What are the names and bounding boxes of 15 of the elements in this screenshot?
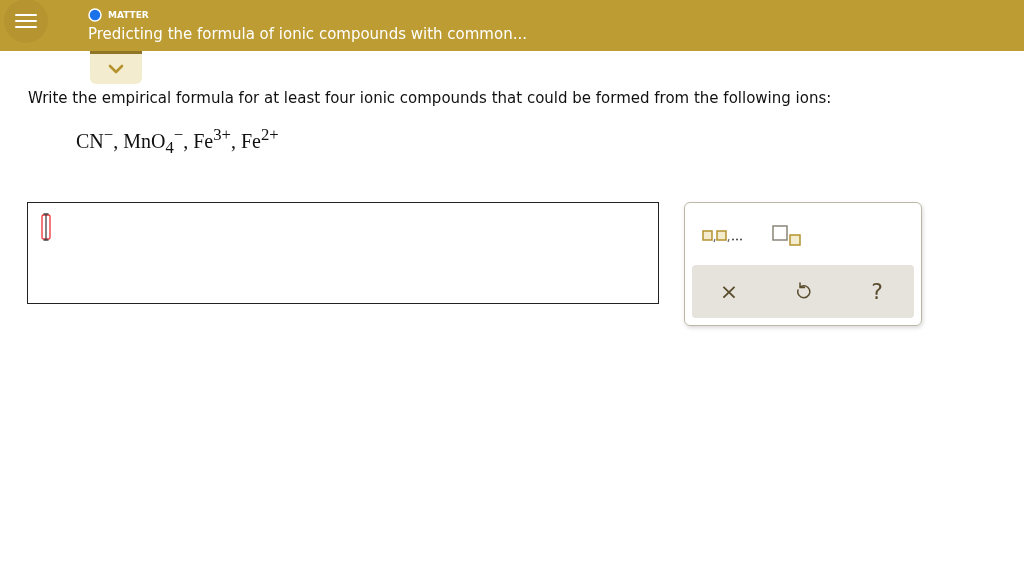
ion-list: CN$^{−}$, MnO$_{4}$$^{−}$, Fe$^{3+}$, Fe$^{2+}$: [76, 125, 1024, 158]
undo-icon: [795, 282, 811, 301]
clear-button[interactable]: ×: [709, 277, 749, 305]
question-prompt: Write the empirical formula for at least four ionic compounds that could be formed from the following ions:: [28, 89, 833, 107]
text-cursor-icon: [40, 212, 52, 241]
menu-icon: [15, 12, 37, 29]
subscript-box-icon: [772, 224, 804, 247]
chevron-down-icon: [108, 64, 124, 74]
expand-tab[interactable]: [90, 51, 142, 84]
menu-button[interactable]: [4, 0, 48, 43]
answer-box[interactable]: [27, 201, 659, 304]
help-button[interactable]: ?: [857, 277, 897, 305]
topic-title: Predicting the formula of ionic compounds with common...: [88, 24, 527, 43]
topic-category: MATTER: [108, 9, 149, 20]
status-dot-icon: [88, 7, 102, 22]
